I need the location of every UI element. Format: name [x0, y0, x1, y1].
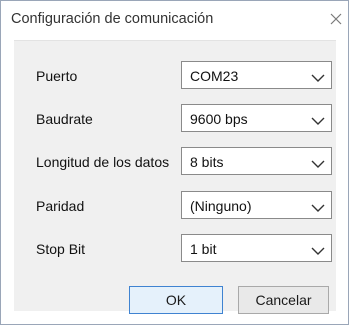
title-bar[interactable]: Configuración de comunicación [1, 1, 348, 39]
port-value: COM23 [190, 68, 239, 84]
communication-settings-dialog: Configuración de comunicación Puerto COM… [0, 0, 349, 325]
data-length-select[interactable]: 8 bits [181, 147, 332, 175]
chevron-down-icon [311, 156, 325, 168]
stop-bit-select[interactable]: 1 bit [181, 234, 332, 262]
chevron-down-icon [311, 70, 325, 82]
window-title: Configuración de comunicación [11, 11, 214, 27]
baudrate-select[interactable]: 9600 bps [181, 104, 332, 132]
stop-bit-label: Stop Bit [36, 241, 86, 257]
chevron-down-icon [311, 243, 325, 255]
port-label: Puerto [36, 68, 78, 84]
data-length-label: Longitud de los datos [36, 154, 170, 170]
parity-label: Paridad [36, 198, 85, 214]
baudrate-label: Baudrate [36, 111, 93, 127]
ok-button[interactable]: OK [129, 286, 223, 314]
cancel-button[interactable]: Cancelar [238, 286, 329, 314]
data-length-value: 8 bits [190, 154, 224, 170]
parity-select[interactable]: (Ninguno) [181, 191, 332, 219]
baudrate-value: 9600 bps [190, 111, 248, 127]
stop-bit-value: 1 bit [190, 241, 217, 257]
chevron-down-icon [311, 200, 325, 212]
chevron-down-icon [311, 113, 325, 125]
close-icon[interactable] [326, 9, 346, 29]
port-select[interactable]: COM23 [181, 61, 332, 89]
parity-value: (Ninguno) [190, 198, 252, 214]
